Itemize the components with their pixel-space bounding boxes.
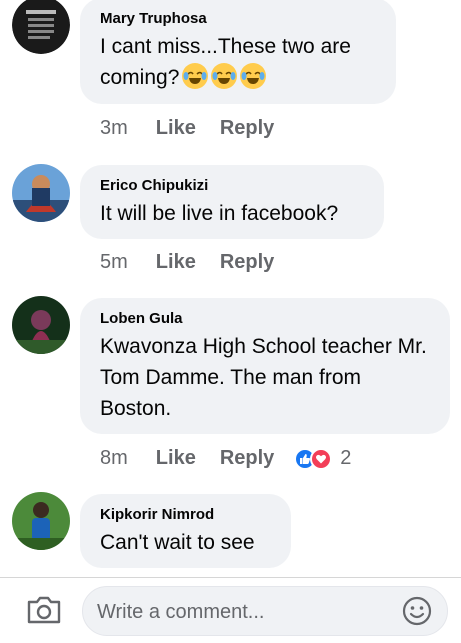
camera-icon[interactable]: [26, 594, 62, 626]
love-reaction-icon: [310, 447, 333, 470]
comment-author[interactable]: Mary Truphosa: [100, 10, 376, 27]
comment-input-container[interactable]: [82, 586, 448, 636]
comment-bubble: Kipkorir Nimrod Can't wait to see: [80, 494, 291, 568]
comment-actions: 8m Like Reply 2: [100, 447, 351, 470]
like-button[interactable]: Like: [156, 117, 196, 140]
comment-text: Can't wait to see: [100, 531, 255, 554]
comment-text: I cant miss...These two are coming?: [100, 35, 351, 90]
laughing-crying-emoji-icon: [182, 63, 209, 90]
comment-actions: 3m Like Reply: [100, 117, 298, 140]
emoji-picker-icon[interactable]: [401, 595, 433, 627]
reply-button[interactable]: Reply: [220, 251, 274, 274]
comment-author[interactable]: Kipkorir Nimrod: [100, 506, 271, 523]
comment-author[interactable]: Loben Gula: [100, 310, 430, 327]
laughing-crying-emoji-icon: [211, 63, 238, 90]
comment-time[interactable]: 3m: [100, 117, 128, 140]
comment-time[interactable]: 8m: [100, 447, 128, 470]
avatar[interactable]: [12, 492, 70, 550]
reply-button[interactable]: Reply: [220, 447, 274, 470]
avatar[interactable]: [12, 0, 70, 54]
avatar-image: [12, 296, 70, 354]
avatar-image: [12, 164, 70, 222]
avatar[interactable]: [12, 164, 70, 222]
comment-author[interactable]: Erico Chipukizi: [100, 177, 364, 194]
laughing-crying-emoji-icon: [240, 63, 267, 90]
comment-bubble: Loben Gula Kwavonza High School teacher …: [80, 298, 450, 434]
comment-bubble: Mary Truphosa I cant miss...These two ar…: [80, 0, 396, 104]
reaction-count: 2: [340, 447, 352, 469]
reply-button[interactable]: Reply: [220, 117, 274, 140]
comment-text: It will be live in facebook?: [100, 202, 339, 225]
avatar-image: [12, 492, 70, 550]
reaction-summary[interactable]: 2: [294, 447, 351, 470]
avatar-image: [12, 0, 70, 54]
comment-text: Kwavonza High School teacher Mr. Tom Dam…: [100, 335, 427, 420]
comment-actions: 5m Like Reply: [100, 251, 298, 274]
avatar[interactable]: [12, 296, 70, 354]
comment-input[interactable]: [97, 597, 387, 627]
comment-composer: [0, 580, 461, 643]
like-button[interactable]: Like: [156, 251, 196, 274]
comment-bubble: Erico Chipukizi It will be live in faceb…: [80, 165, 384, 239]
composer-divider: [0, 577, 461, 578]
comment-time[interactable]: 5m: [100, 251, 128, 274]
like-button[interactable]: Like: [156, 447, 196, 470]
